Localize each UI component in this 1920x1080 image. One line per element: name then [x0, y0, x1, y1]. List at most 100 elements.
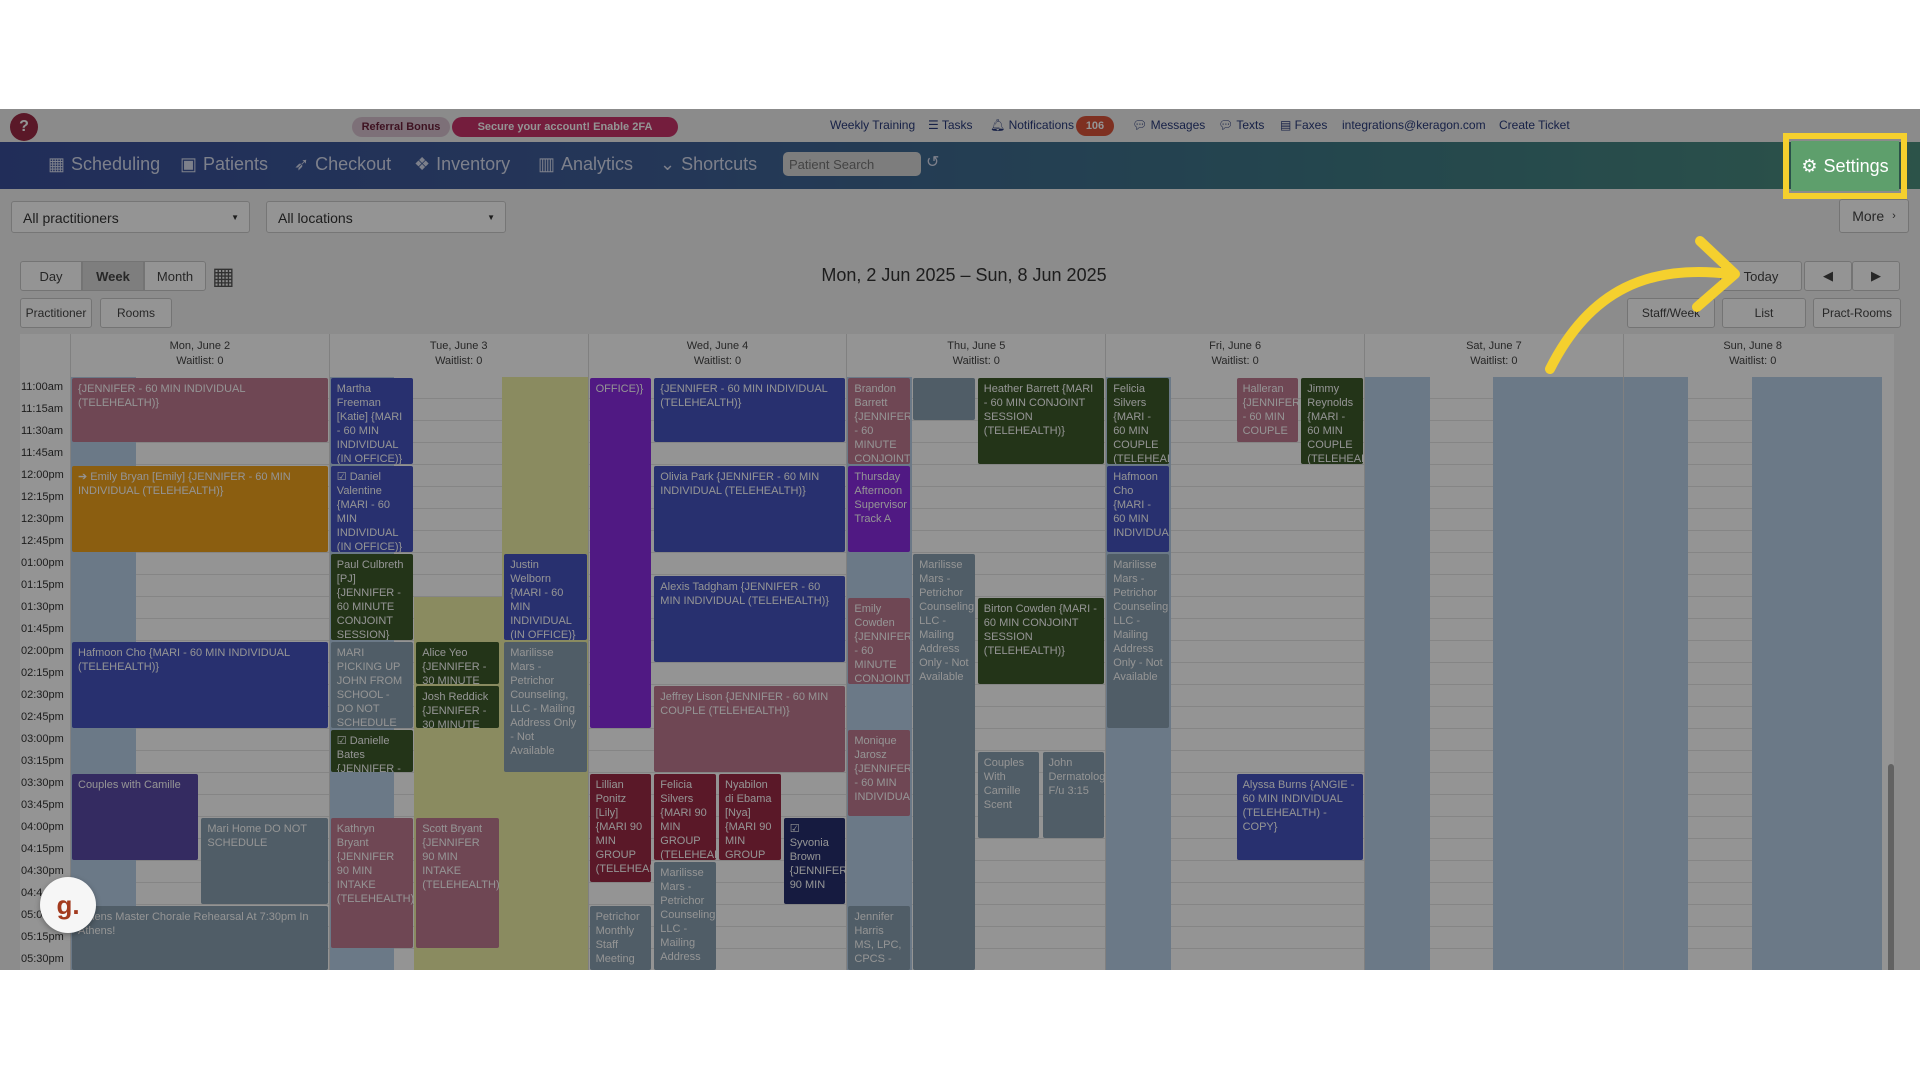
rooms-view-button[interactable]: Rooms — [100, 298, 172, 328]
nav-scheduling[interactable]: ▦ Scheduling — [48, 154, 160, 175]
nav-analytics[interactable]: ▥ Analytics — [538, 154, 633, 175]
comments-icon: 💬︎ — [1132, 118, 1151, 132]
main-nav: ▦ Scheduling ▣ Patients ➶ Checkout ❖ Invento… — [0, 142, 1920, 189]
account-email-link[interactable]: integrations@keragon.com — [1342, 118, 1486, 132]
time-slot-label: 04:30pm — [21, 865, 64, 877]
view-month-button[interactable]: Month — [144, 261, 206, 291]
appointment-event[interactable]: Brandon Barrett {JENNIFER - 60 MINUTE CO… — [848, 378, 911, 464]
day-header[interactable]: Thu, June 5 Waitlist: 0 — [846, 334, 1105, 377]
appointment-event[interactable]: John Dermatology F/u 3:15 — [1042, 752, 1105, 838]
prev-week-button[interactable]: ◀ — [1804, 261, 1852, 291]
comments-icon: 💬︎ — [1218, 118, 1237, 132]
appointment-event[interactable]: {JENNIFER - 60 MIN INDIVIDUAL (TELEHEALT… — [654, 378, 846, 442]
appointment-event[interactable]: OFFICE)} — [589, 378, 652, 728]
appointment-event[interactable]: Felicia Silvers {MARI - 60 MIN COUPLE (T… — [1107, 378, 1169, 464]
waitlist-count: Waitlist: 0 — [693, 355, 742, 367]
appointment-event[interactable]: Couples with Camille — [72, 774, 199, 860]
nav-inventory[interactable]: ❖ Inventory — [414, 154, 510, 175]
appointment-event[interactable]: Athens Master Chorale Rehearsal At 7:30p… — [72, 906, 328, 970]
unavailable-block — [1752, 377, 1882, 970]
bar-chart-icon: ▥ — [538, 154, 556, 174]
time-slot-label: 03:30pm — [21, 777, 64, 789]
weekly-training-link[interactable]: Weekly Training — [830, 118, 915, 132]
appointment-event[interactable] — [913, 378, 975, 420]
view-week-button[interactable]: Week — [82, 261, 144, 291]
create-ticket-link[interactable]: Create Ticket — [1499, 118, 1570, 132]
texts-label: Texts — [1236, 118, 1265, 132]
appointment-event[interactable]: Justin Welborn {MARI - 60 MIN INDIVIDUAL… — [504, 554, 587, 640]
time-slot-label: 12:30pm — [21, 513, 64, 525]
practitioner-view-button[interactable]: Practitioner — [20, 298, 92, 328]
appointment-event[interactable]: Alexis Tadgham {JENNIFER - 60 MIN INDIVI… — [654, 576, 846, 662]
appointment-event[interactable]: Marilisse Mars - Petrichor Counseling, L… — [1107, 554, 1169, 728]
day-name: Thu, June 5 — [947, 340, 1006, 352]
pract-rooms-button[interactable]: Pract-Rooms — [1813, 298, 1901, 328]
appointment-event[interactable]: ☑ Syvonia Brown {JENNIFER 90 MIN — [783, 818, 846, 904]
appointment-event[interactable]: Olivia Park {JENNIFER - 60 MIN INDIVIDUA… — [654, 466, 846, 552]
next-week-button[interactable]: ▶ — [1852, 261, 1900, 291]
enable-2fa-button[interactable]: Secure your account! Enable 2FA — [452, 117, 678, 137]
appointment-event[interactable]: Alyssa Burns {ANGIE - 60 MIN INDIVIDUAL … — [1236, 774, 1363, 860]
appointment-event[interactable]: Hafmoon Cho {MARI - 60 MIN INDIVIDUAL — [1107, 466, 1169, 552]
appointment-event[interactable]: Thursday Afternoon Supervisor Track A — [848, 466, 911, 552]
notifications-link[interactable]: 🔔︎ Notifications — [990, 118, 1074, 132]
day-header[interactable]: Fri, June 6 Waitlist: 0 — [1105, 334, 1364, 377]
appointment-event[interactable]: Alice Yeo {JENNIFER - 30 MINUTE — [416, 642, 499, 684]
patient-search-input[interactable] — [783, 152, 921, 176]
messages-link[interactable]: 💬︎ Messages — [1132, 118, 1205, 132]
settings-button[interactable]: ⚙ Settings — [1791, 141, 1899, 191]
appointment-event[interactable]: Marilisse Mars - Petrichor Counseling, L… — [504, 642, 587, 772]
calendar-scrollbar[interactable] — [1888, 764, 1894, 970]
faxes-link[interactable]: ▤ Faxes — [1280, 118, 1327, 132]
appointment-event[interactable]: Jimmy Reynolds {MARI - 60 MIN COUPLE (TE… — [1301, 378, 1363, 464]
appointment-event[interactable]: ☑ Danielle Bates {JENNIFER - — [330, 730, 414, 772]
appointment-event[interactable]: Nyabilon di Ebama [Nya] {MARI 90 MIN GRO… — [719, 774, 781, 860]
appointment-event[interactable]: Josh Reddick {JENNIFER - 30 MINUTE — [416, 686, 499, 728]
history-icon[interactable]: ↺ — [926, 152, 939, 172]
calendar-picker-icon[interactable]: ▦ — [212, 262, 235, 291]
appointment-event[interactable]: Emily Cowden {JENNIFER - 60 MINUTE CONJO… — [848, 598, 911, 684]
nav-patients[interactable]: ▣ Patients — [180, 154, 268, 175]
appointment-event[interactable]: Kathryn Bryant {JENNIFER 90 MIN INTAKE (… — [330, 818, 414, 948]
unavailable-block — [1365, 377, 1430, 970]
help-button[interactable]: ? — [10, 113, 38, 141]
more-button[interactable]: More › — [1839, 199, 1909, 233]
appointment-event[interactable]: MARI PICKING UP JOHN FROM SCHOOL - DO NO… — [330, 642, 414, 728]
guide-badge[interactable]: g. — [40, 877, 96, 933]
day-header[interactable]: Mon, June 2 Waitlist: 0 — [70, 334, 329, 377]
practitioner-select[interactable]: All practitioners ▼ — [11, 201, 250, 233]
appointment-event[interactable]: Birton Cowden {MARI - 60 MIN CONJOINT SE… — [977, 598, 1105, 684]
day-header[interactable]: Wed, June 4 Waitlist: 0 — [587, 334, 847, 377]
texts-link[interactable]: 💬︎ Texts — [1218, 118, 1264, 132]
appointment-event[interactable]: Hafmoon Cho {MARI - 60 MIN INDIVIDUAL (T… — [72, 642, 328, 728]
waitlist-count: Waitlist: 0 — [952, 355, 1000, 367]
referral-bonus-button[interactable]: Referral Bonus — [352, 117, 450, 137]
appointment-event[interactable]: Lillian Ponitz [Lily] {MARI 90 MIN GROUP… — [589, 774, 652, 882]
location-select[interactable]: All locations ▼ — [266, 201, 506, 233]
appointment-event[interactable]: Heather Barrett {MARI - 60 MIN CONJOINT … — [977, 378, 1105, 464]
appointment-event[interactable]: Petrichor Monthly Staff Meeting — [589, 906, 652, 970]
appointment-event[interactable]: Marilisse Mars - Petrichor Counseling, L… — [654, 862, 716, 970]
view-day-button[interactable]: Day — [20, 261, 82, 291]
day-header[interactable]: Tue, June 3 Waitlist: 0 — [328, 334, 588, 377]
nav-checkout[interactable]: ➶ Checkout — [294, 154, 391, 175]
appointment-event[interactable]: ➔ Emily Bryan [Emily] {JENNIFER - 60 MIN… — [72, 466, 328, 552]
appointment-event[interactable]: Monique Jarosz {JENNIFER - 60 MIN INDIVI… — [848, 730, 911, 816]
appointment-event[interactable]: {JENNIFER - 60 MIN INDIVIDUAL (TELEHEALT… — [72, 378, 328, 442]
appointment-event[interactable]: Halleran {JENNIFER - 60 MIN COUPLE — [1236, 378, 1299, 442]
appointment-event[interactable]: Paul Culbreth [PJ] {JENNIFER - 60 MINUTE… — [330, 554, 414, 640]
appointment-event[interactable]: Jennifer Harris MS, LPC, CPCS - — [848, 906, 911, 970]
appointment-event[interactable]: Felicia Silvers {MARI 90 MIN GROUP (TELE… — [654, 774, 716, 860]
unavailable-block — [1623, 377, 1689, 970]
tasks-link[interactable]: ☰ Tasks — [928, 118, 973, 132]
appointment-event[interactable]: Mari Home DO NOT SCHEDULE — [201, 818, 328, 904]
appointment-event[interactable]: Jeffrey Lison {JENNIFER - 60 MIN COUPLE … — [654, 686, 846, 772]
appointment-event[interactable]: ☑ Daniel Valentine {MARI - 60 MIN INDIVI… — [330, 466, 414, 552]
nav-patients-label: Patients — [203, 154, 269, 174]
appointment-event[interactable]: Scott Bryant {JENNIFER 90 MIN INTAKE (TE… — [416, 818, 499, 948]
appointment-event[interactable]: Couples With Camille Scent — [977, 752, 1040, 838]
appointment-event[interactable]: Martha Freeman [Katie] {MARI - 60 MIN IN… — [330, 378, 414, 464]
nav-shortcuts[interactable]: ⌄ Shortcuts — [660, 154, 757, 175]
appointment-event[interactable]: Marilisse Mars - Petrichor Counseling, L… — [913, 554, 975, 970]
time-slot-label: 12:15pm — [21, 491, 64, 503]
